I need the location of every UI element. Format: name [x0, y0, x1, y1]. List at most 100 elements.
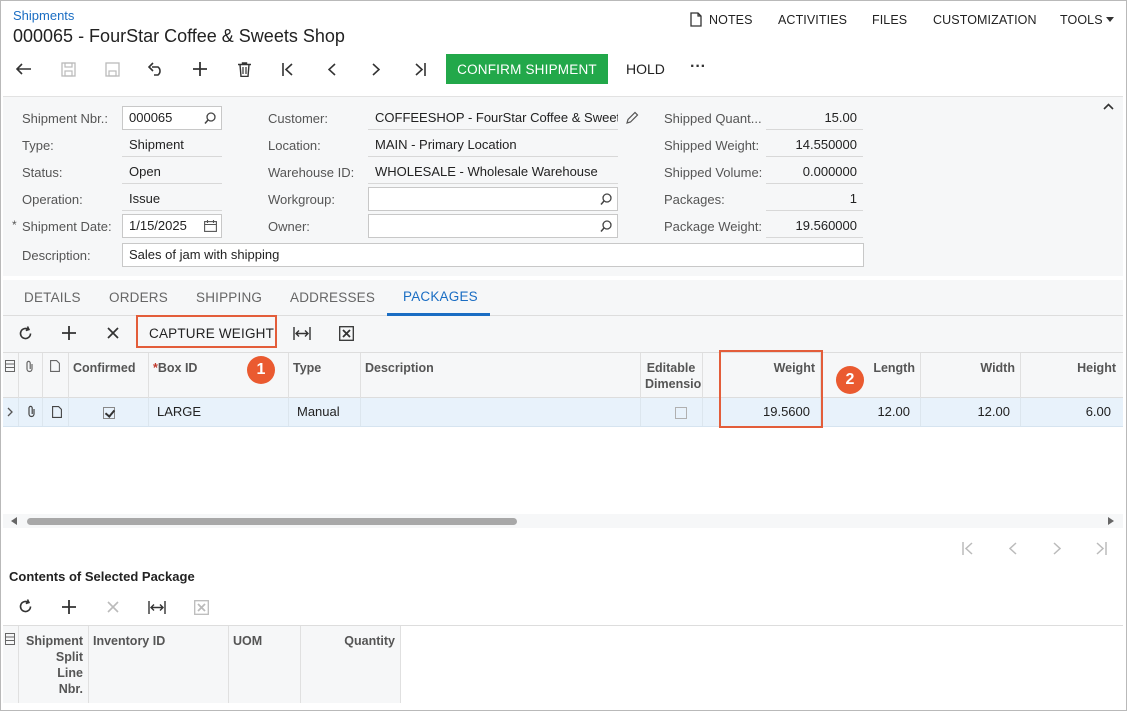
horizontal-scrollbar[interactable] [3, 514, 1123, 528]
activities-menu[interactable]: ACTIVITIES [778, 13, 847, 27]
row-selector-icon[interactable] [3, 398, 19, 426]
last-record-icon[interactable] [408, 57, 432, 81]
contents-excel-export-icon[interactable] [194, 600, 209, 615]
pager-prev-icon[interactable] [1001, 538, 1025, 558]
column-quantity[interactable]: Quantity [301, 626, 401, 703]
fit-columns-icon[interactable] [293, 327, 311, 340]
length-cell[interactable]: 12.00 [821, 398, 921, 426]
refresh-icon[interactable] [18, 326, 33, 341]
weight-column-highlight [719, 350, 823, 428]
owner-field[interactable] [368, 214, 618, 238]
scroll-right-icon[interactable] [1108, 517, 1114, 525]
column-editable-dimensions-line1: Editable [646, 361, 696, 375]
description-label: Description: [22, 248, 91, 263]
customer-value: COFFEESHOP - FourStar Coffee & Sweets Sh… [368, 106, 618, 130]
next-record-icon[interactable] [364, 57, 388, 81]
column-height[interactable]: Height [1021, 353, 1121, 398]
table-row[interactable]: LARGE Manual 19.5600 12.00 12.00 6.00 [3, 398, 1123, 427]
status-label: Status: [22, 165, 63, 180]
collapse-icon[interactable] [1103, 103, 1114, 110]
column-split-line-2: Split [55, 650, 83, 664]
scrollbar-thumb[interactable] [27, 518, 517, 525]
packages-label: Packages: [664, 192, 725, 207]
breadcrumb[interactable]: Shipments [13, 8, 74, 23]
delete-icon[interactable] [232, 57, 256, 81]
required-marker: * [12, 218, 17, 232]
column-editable-dimensions[interactable]: Editable Dimensions [641, 353, 703, 398]
contents-refresh-icon[interactable] [18, 599, 33, 614]
width-cell[interactable]: 12.00 [921, 398, 1021, 426]
pager-last-icon[interactable] [1089, 538, 1113, 558]
warehouse-label: Warehouse ID: [268, 165, 355, 180]
column-inventory-id[interactable]: Inventory ID [89, 626, 229, 703]
column-split-line-1: Shipment [26, 634, 83, 648]
contents-fit-columns-icon[interactable] [148, 601, 166, 614]
column-shipment-split-line-nbr[interactable]: Shipment Split Line Nbr. [19, 626, 89, 703]
prev-record-icon[interactable] [320, 57, 344, 81]
height-cell[interactable]: 6.00 [1021, 398, 1121, 426]
notes-icon[interactable] [690, 12, 704, 28]
column-config-icon[interactable] [3, 353, 19, 398]
workgroup-label: Workgroup: [268, 192, 335, 207]
checkbox-unchecked-icon [675, 406, 687, 419]
description-field[interactable]: Sales of jam with shipping [122, 243, 864, 267]
confirmed-checkbox[interactable] [69, 398, 149, 426]
search-icon[interactable] [600, 193, 612, 205]
tab-bar: DETAILS ORDERS SHIPPING ADDRESSES PACKAG… [3, 280, 1123, 316]
contents-column-config-icon[interactable] [3, 626, 19, 703]
more-button[interactable]: ··· [690, 58, 706, 76]
save-icon[interactable] [100, 57, 124, 81]
shipped-weight-value: 14.550000 [766, 133, 863, 157]
hold-button[interactable]: HOLD [626, 61, 665, 77]
search-icon[interactable] [204, 112, 216, 124]
shipment-date-value: 1/15/2025 [129, 218, 187, 233]
column-uom[interactable]: UOM [229, 626, 301, 703]
callout-badge-2: 2 [836, 366, 864, 394]
column-type[interactable]: Type [289, 353, 361, 398]
shipment-date-field[interactable]: 1/15/2025 [122, 214, 222, 238]
contents-delete-icon[interactable] [107, 601, 119, 613]
save-close-icon[interactable] [56, 57, 80, 81]
pager-first-icon[interactable] [956, 538, 980, 558]
tab-packages[interactable]: PACKAGES [403, 289, 478, 304]
excel-export-icon[interactable] [339, 326, 354, 341]
shipment-nbr-field[interactable]: 000065 [122, 106, 222, 130]
pager-next-icon[interactable] [1045, 538, 1069, 558]
caret-down-icon[interactable] [1106, 17, 1114, 22]
back-icon[interactable] [12, 57, 36, 81]
tools-menu[interactable]: TOOLS [1060, 13, 1103, 27]
tab-orders[interactable]: ORDERS [109, 290, 168, 305]
package-weight-label: Package Weight: [664, 219, 763, 234]
tab-shipping[interactable]: SHIPPING [196, 290, 262, 305]
operation-label: Operation: [22, 192, 83, 207]
box-id-cell[interactable]: LARGE [149, 398, 289, 426]
note-icon[interactable] [43, 398, 69, 426]
type-cell[interactable]: Manual [289, 398, 361, 426]
warehouse-value: WHOLESALE - Wholesale Warehouse [368, 160, 618, 184]
confirm-shipment-button[interactable]: CONFIRM SHIPMENT [446, 54, 608, 84]
undo-icon[interactable] [144, 57, 168, 81]
contents-add-icon[interactable] [62, 600, 76, 614]
files-menu[interactable]: FILES [872, 13, 907, 27]
notes-menu[interactable]: NOTES [709, 13, 753, 27]
attachment-icon[interactable] [19, 398, 43, 426]
column-description[interactable]: Description [361, 353, 641, 398]
column-confirmed[interactable]: Confirmed [69, 353, 149, 398]
add-row-icon[interactable] [62, 326, 76, 340]
column-width[interactable]: Width [921, 353, 1021, 398]
column-split-line-3: Line [57, 666, 83, 680]
first-record-icon[interactable] [276, 57, 300, 81]
editable-dimensions-checkbox[interactable] [641, 398, 703, 426]
scroll-left-icon[interactable] [11, 517, 17, 525]
calendar-icon[interactable] [204, 220, 217, 232]
description-cell[interactable] [361, 398, 641, 426]
customization-menu[interactable]: CUSTOMIZATION [933, 13, 1037, 27]
workgroup-field[interactable] [368, 187, 618, 211]
delete-row-icon[interactable] [107, 327, 119, 339]
add-icon[interactable] [188, 57, 212, 81]
tab-details[interactable]: DETAILS [24, 290, 81, 305]
edit-icon[interactable] [626, 111, 639, 124]
search-icon[interactable] [600, 220, 612, 232]
shipped-qty-value: 15.00 [766, 106, 863, 130]
tab-addresses[interactable]: ADDRESSES [290, 290, 375, 305]
